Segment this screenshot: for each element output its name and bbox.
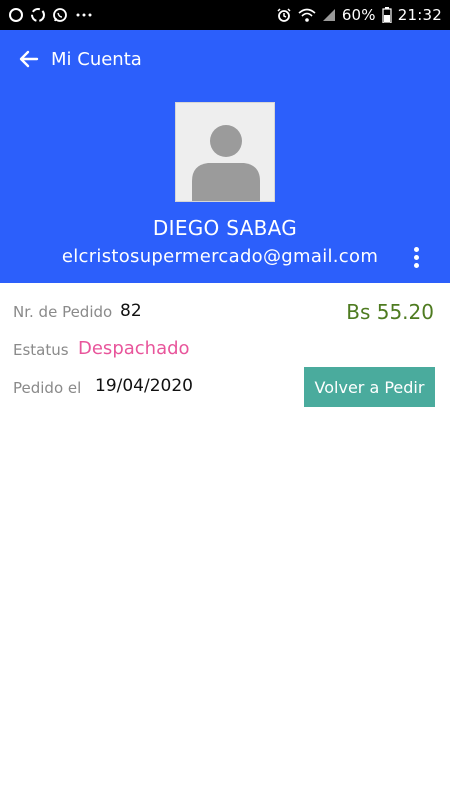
status-bar-left	[8, 7, 94, 23]
status-bar: 60% 21:32	[0, 0, 450, 30]
order-status-value: Despachado	[78, 338, 190, 359]
app-screen: 60% 21:32 Mi Cuenta DIEGO SABAG elcristo…	[0, 0, 450, 800]
signal-icon	[322, 8, 336, 22]
order-status-label: Estatus	[13, 341, 69, 359]
battery-icon	[382, 7, 392, 23]
more-notifications-icon	[74, 7, 94, 23]
status-bar-right: 60% 21:32	[276, 6, 442, 24]
whatsapp-icon	[52, 7, 68, 23]
battery-percent: 60%	[341, 6, 376, 24]
order-number-label: Nr. de Pedido	[13, 303, 113, 321]
wifi-icon	[298, 7, 316, 23]
sync-icon	[30, 7, 46, 23]
order-date-value: 19/04/2020	[95, 376, 193, 396]
profile-name: DIEGO SABAG	[152, 216, 298, 240]
profile-email: elcristosupermercado@gmail.com	[61, 246, 379, 267]
user-silhouette-icon	[192, 125, 260, 201]
more-vert-icon	[413, 246, 419, 252]
page-title: Mi Cuenta	[51, 49, 142, 70]
alarm-icon	[276, 7, 292, 23]
order-number-value: 82	[120, 301, 142, 321]
toolbar: Mi Cuenta	[0, 30, 450, 90]
order-total: Bs 55.20	[346, 300, 434, 324]
clock: 21:32	[397, 6, 442, 24]
profile-header: Mi Cuenta DIEGO SABAG elcristosupermerca…	[0, 30, 450, 283]
reorder-button[interactable]: Volver a Pedir	[304, 367, 435, 407]
arrow-left-icon	[17, 47, 41, 75]
order-date-label: Pedido el	[13, 379, 82, 397]
more-vert-icon-dot	[413, 254, 419, 260]
avatar[interactable]	[175, 102, 275, 202]
back-button[interactable]	[12, 44, 46, 78]
more-options-button[interactable]	[402, 240, 430, 274]
more-vert-icon-dot	[413, 262, 419, 268]
notification-circle-icon	[8, 7, 24, 23]
